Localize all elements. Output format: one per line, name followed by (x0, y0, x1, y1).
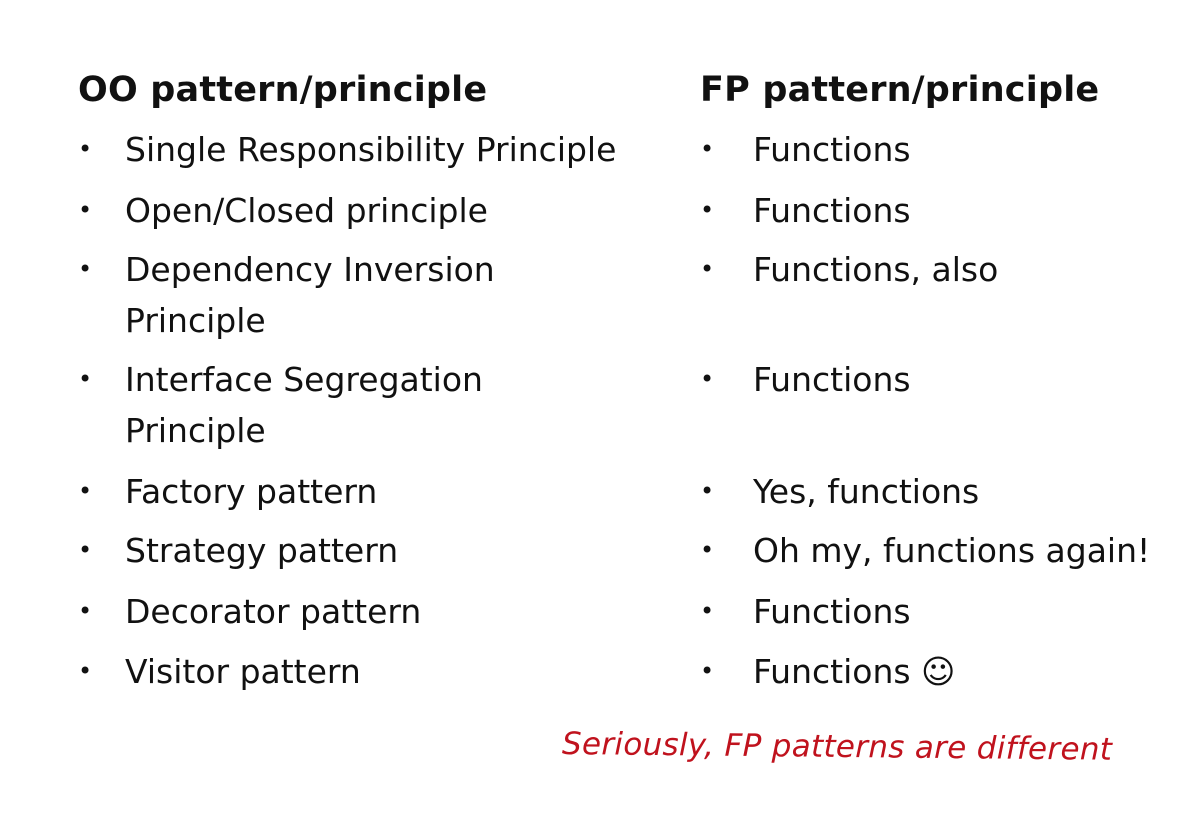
slide: OO pattern/principle • Single Responsibi… (0, 0, 1186, 833)
bullet-icon: • (700, 477, 715, 505)
fp-item-text: Functions (753, 360, 911, 399)
bullet-icon: • (78, 536, 93, 564)
bullet-icon: • (78, 255, 93, 283)
fp-item-text: Yes, functions (753, 472, 980, 511)
oo-column: OO pattern/principle • Single Responsibi… (78, 68, 658, 691)
bullet-icon: • (700, 536, 715, 564)
bullet-icon: • (78, 196, 93, 224)
fp-item-text: Functions (753, 592, 911, 631)
bullet-icon: • (700, 135, 715, 163)
fp-item-text: Functions (753, 130, 911, 169)
fp-column-title: FP pattern/principle (700, 70, 1100, 110)
bullet-icon: • (78, 477, 93, 505)
fp-item-text: Functions (753, 191, 911, 230)
bullet-icon: • (700, 196, 715, 224)
oo-item-text: Strategy pattern (125, 531, 399, 570)
bullet-icon: • (700, 255, 715, 283)
oo-item-text: Single Responsibility Principle (125, 130, 617, 169)
oo-item-text-continuation: Principle (125, 301, 266, 340)
bullet-icon: • (700, 657, 715, 685)
bullet-icon: • (78, 135, 93, 163)
fp-item-text: Functions, also (753, 250, 999, 289)
bullet-icon: • (700, 365, 715, 393)
bullet-icon: • (78, 597, 93, 625)
fp-column: FP pattern/principle • Functions • Funct… (700, 68, 1170, 691)
fp-item-text: Oh my, functions again! (753, 531, 1151, 570)
bullet-icon: • (78, 657, 93, 685)
oo-item-text: Decorator pattern (125, 592, 422, 631)
fp-item-text: Functions ☺ (753, 652, 956, 691)
oo-column-title: OO pattern/principle (78, 70, 488, 110)
oo-item-text: Open/Closed principle (125, 191, 488, 230)
oo-item-text: Visitor pattern (125, 652, 361, 691)
bullet-icon: • (700, 597, 715, 625)
handwritten-note: Seriously, FP patterns are different (561, 726, 1113, 768)
oo-item-text-continuation: Principle (125, 411, 266, 450)
bullet-icon: • (78, 365, 93, 393)
oo-item-text: Factory pattern (125, 472, 378, 511)
oo-item-text: Interface Segregation (125, 360, 483, 399)
oo-item-text: Dependency Inversion (125, 250, 495, 289)
